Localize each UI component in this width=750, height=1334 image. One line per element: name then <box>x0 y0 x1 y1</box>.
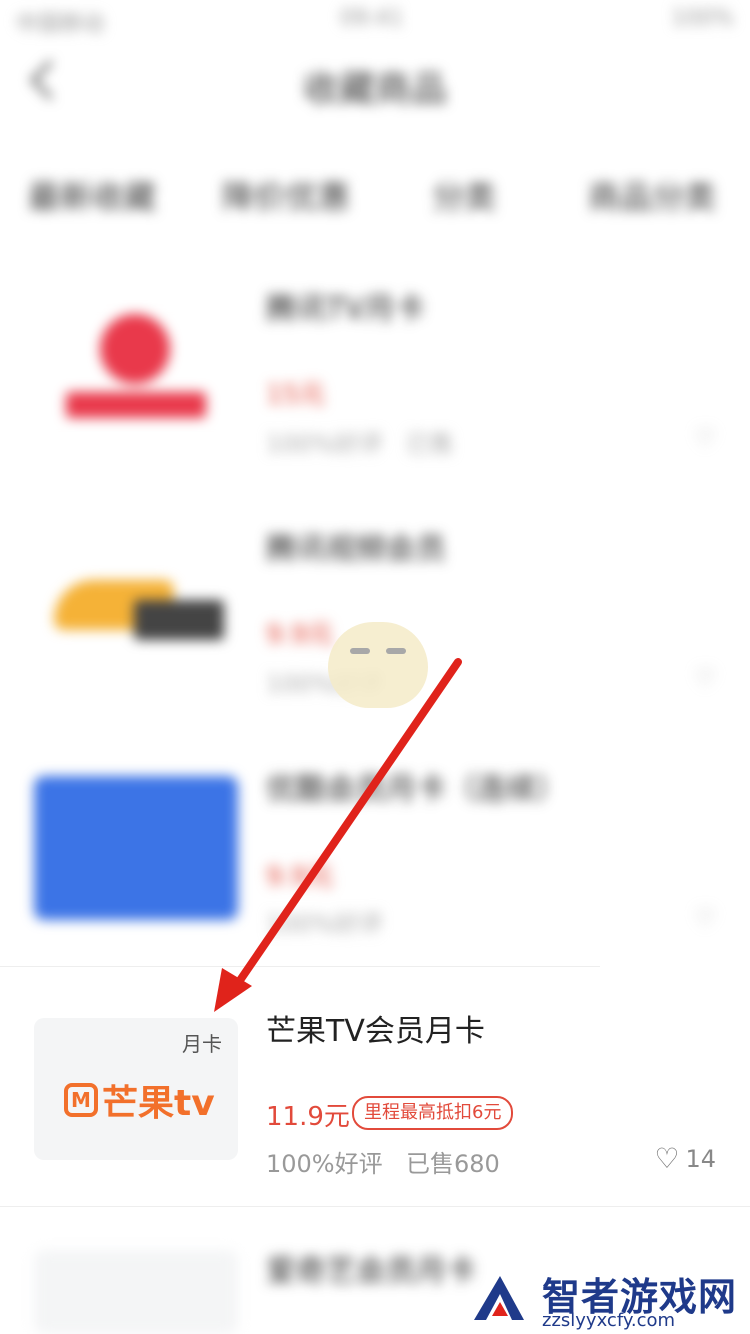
product-sold: 已售680 <box>406 1150 500 1178</box>
status-bar: 中国移动 09:41 100% <box>0 0 750 40</box>
page-title: 收藏商品 <box>302 69 447 110</box>
favorite-count: 14 <box>685 1144 716 1173</box>
tab-latest[interactable]: 最新收藏 <box>28 172 156 218</box>
product-price: 9.9元 <box>266 862 334 892</box>
product-sold: 已售 <box>406 430 454 458</box>
product-thumbnail <box>34 776 238 920</box>
heart-icon[interactable]: ♡ <box>694 424 716 452</box>
watermark: 智者游戏网 zzslyyxcfy.com <box>470 1266 750 1334</box>
divider <box>0 1206 750 1207</box>
mileage-badge: 里程最高抵扣6元 <box>352 1096 514 1130</box>
carrier-label: 中国移动 <box>16 12 105 37</box>
product-price: 9.9元 <box>266 620 334 650</box>
filter-tabs: 最新收藏 降价优惠 分类 商品分类 <box>0 160 750 230</box>
product-thumbnail <box>34 1250 238 1334</box>
mango-thumbnail[interactable]: 月卡 M 芒果tv <box>34 1018 238 1160</box>
product-title: 腾讯视频会员 <box>266 532 446 567</box>
product-price: 11.9元 <box>266 1102 350 1132</box>
watermark-logo-icon <box>474 1276 524 1320</box>
mango-logo-icon: M <box>64 1083 98 1117</box>
product-title: 腾讯TV月卡 <box>266 292 425 327</box>
tab-discount[interactable]: 降价优惠 <box>222 172 350 218</box>
divider <box>0 966 600 967</box>
heart-icon[interactable]: ♡ <box>694 664 716 692</box>
mascot-sticker <box>328 622 428 708</box>
tab-product-category[interactable]: 商品分类 <box>588 172 716 218</box>
product-title: 爱奇艺会员月卡 <box>266 1254 476 1289</box>
favorite-button[interactable]: ♡ 14 <box>654 1142 716 1175</box>
watermark-url: zzslyyxcfy.com <box>542 1310 676 1331</box>
heart-icon[interactable]: ♡ <box>694 904 716 932</box>
product-title[interactable]: 芒果TV会员月卡 <box>266 1006 485 1050</box>
product-title: 优酷会员月卡（连续） <box>266 772 566 807</box>
mango-tv-logo: M 芒果tv <box>64 1074 215 1126</box>
product-thumbnail <box>34 540 238 684</box>
nav-bar: 收藏商品 <box>0 44 750 124</box>
product-thumbnail <box>34 300 238 444</box>
product-rating: 100%好评 <box>266 910 383 938</box>
battery-label: 100% <box>671 6 734 31</box>
product-rating: 100%好评 <box>266 1150 383 1178</box>
tab-category[interactable]: 分类 <box>432 172 496 218</box>
monthly-card-tag: 月卡 <box>182 1032 222 1056</box>
time-label: 09:41 <box>340 6 404 31</box>
heart-icon: ♡ <box>654 1142 680 1175</box>
product-rating: 100%好评 <box>266 430 383 458</box>
product-price: 15元 <box>266 380 326 410</box>
